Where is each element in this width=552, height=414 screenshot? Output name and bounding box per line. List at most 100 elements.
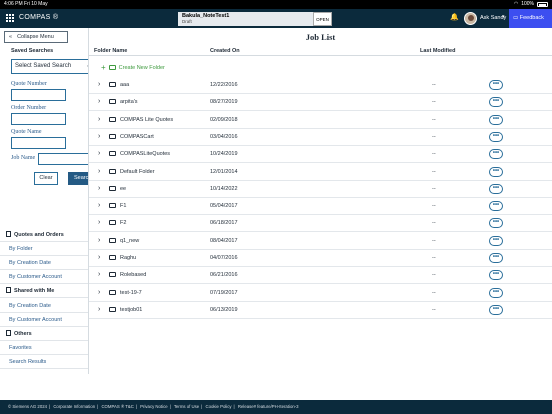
folder-created-on: 08/04/2017 (210, 237, 238, 244)
folder-last-modified: -- (432, 237, 436, 244)
active-quote[interactable]: Bakula_NoteTest1 Draft (178, 12, 313, 26)
clear-button[interactable]: Clear (34, 172, 58, 185)
chevron-right-icon[interactable]: › (98, 254, 100, 261)
section-others: Others (0, 327, 88, 341)
footer-terms-conditions[interactable]: COMPAS ® T&C (101, 404, 133, 409)
collapse-menu-button[interactable]: « Collapse Menu (4, 31, 68, 43)
footer-corporate-information[interactable]: Corporate Information (53, 404, 95, 409)
more-options-button[interactable]: ••• (489, 235, 503, 246)
quote-name-label: Quote Name (11, 129, 42, 135)
table-row[interactable]: › test-19-7 07/19/2017 -- ••• (89, 285, 552, 302)
chevron-right-icon[interactable]: › (98, 98, 100, 105)
nav-by-customer-account[interactable]: By Customer Account (0, 270, 88, 284)
nav-favorites[interactable]: Favorites (0, 341, 88, 355)
quote-number-input[interactable] (11, 89, 66, 101)
table-row[interactable]: › Raghu 04/07/2016 -- ••• (89, 250, 552, 267)
order-number-input[interactable] (11, 113, 66, 125)
chevron-right-icon[interactable]: › (98, 133, 100, 140)
chevron-down-icon[interactable]: ▾ (502, 14, 505, 20)
nav-shared-by-creation-date[interactable]: By Creation Date (0, 299, 88, 313)
table-row[interactable]: › Default Folder 12/01/2014 -- ••• (89, 164, 552, 181)
more-options-button[interactable]: ••• (489, 114, 503, 125)
table-row[interactable]: › COMPASCart 03/04/2016 -- ••• (89, 129, 552, 146)
column-created-on[interactable]: Created On (210, 48, 240, 54)
feedback-button[interactable]: ▭ Feedback (509, 9, 552, 28)
more-options-button[interactable]: ••• (489, 270, 503, 281)
chevron-right-icon[interactable]: › (98, 237, 100, 244)
table-row[interactable]: › COMPASLiteQuotes 10/24/2019 -- ••• (89, 146, 552, 164)
folder-name[interactable]: testjob01 (120, 307, 142, 313)
more-options-button[interactable]: ••• (489, 253, 503, 263)
folder-name[interactable]: Default Folder (120, 169, 155, 175)
folder-name[interactable]: Rolebased (120, 272, 146, 278)
nav-by-folder[interactable]: By Folder (0, 242, 88, 256)
table-row[interactable]: › F2 06/18/2017 -- ••• (89, 215, 552, 233)
folder-name[interactable]: COMPASLiteQuotes (120, 151, 170, 157)
device-status-bar: 4:06 PM Fri 10 May ◠ 100% (0, 0, 552, 9)
more-options-button[interactable]: ••• (489, 149, 503, 160)
column-folder-name[interactable]: Folder Name (94, 48, 127, 54)
chevron-right-icon[interactable]: › (98, 219, 100, 226)
section-shared-with-me: Shared with Me (0, 284, 88, 298)
job-name-input[interactable] (38, 153, 88, 165)
chevron-right-icon[interactable]: › (98, 150, 100, 157)
more-options-button[interactable]: ••• (489, 80, 503, 90)
more-options-button[interactable]: ••• (489, 304, 503, 315)
table-row[interactable]: › q1_new 08/04/2017 -- ••• (89, 233, 552, 250)
footer-privacy-notice[interactable]: Privacy Notice (140, 404, 167, 409)
folder-name[interactable]: arpita's (120, 99, 138, 105)
folder-created-on: 08/27/2019 (210, 99, 238, 106)
section-title: Quotes and Orders (14, 232, 64, 238)
table-row[interactable]: › Rolebased 06/21/2016 -- ••• (89, 267, 552, 285)
chevron-right-icon[interactable]: › (98, 306, 100, 313)
footer-cookie-policy[interactable]: Cookie Policy (206, 404, 232, 409)
chevron-right-icon[interactable]: › (98, 185, 100, 192)
chevron-right-icon[interactable]: › (98, 202, 100, 209)
nav-shared-by-customer-account[interactable]: By Customer Account (0, 313, 88, 327)
search-button[interactable]: Search (68, 172, 88, 185)
folder-name[interactable]: Raghu (120, 255, 136, 261)
folder-last-modified: -- (432, 116, 436, 123)
footer-terms-of-use[interactable]: Terms of Use (174, 404, 199, 409)
more-options-button[interactable]: ••• (489, 97, 503, 108)
folder-name[interactable]: ee (120, 186, 126, 192)
chevron-right-icon[interactable]: › (98, 168, 100, 175)
open-quote-button[interactable]: OPEN (313, 12, 332, 26)
chevron-right-icon[interactable]: › (98, 289, 100, 296)
more-options-button[interactable]: ••• (489, 287, 503, 298)
table-row[interactable]: › arpita's 08/27/2019 -- ••• (89, 94, 552, 112)
more-options-button[interactable]: ••• (489, 166, 503, 177)
table-row[interactable]: › F1 05/04/2017 -- ••• (89, 198, 552, 216)
more-options-button[interactable]: ••• (489, 131, 503, 142)
chevron-right-icon[interactable]: › (98, 116, 100, 123)
folder-name[interactable]: COMPASCart (120, 134, 154, 140)
table-row[interactable]: › testjob01 06/13/2019 -- ••• (89, 302, 552, 319)
nav-by-creation-date[interactable]: By Creation Date (0, 256, 88, 270)
footer-copyright: © Siemens AG 2024 (8, 404, 47, 409)
nav-search-results[interactable]: Search Results (0, 355, 88, 369)
more-options-button[interactable]: ••• (489, 183, 503, 194)
table-row[interactable]: › COMPAS Lite Quotes 02/09/2018 -- ••• (89, 112, 552, 129)
folder-name[interactable]: COMPAS Lite Quotes (120, 117, 173, 123)
chevron-right-icon[interactable]: › (98, 81, 100, 88)
table-row[interactable]: › aaa 12/22/2016 -- ••• (89, 77, 552, 94)
folder-name[interactable]: F2 (120, 220, 126, 226)
folder-name[interactable]: aaa (120, 82, 129, 88)
quote-name-input[interactable] (11, 137, 66, 149)
document-icon (6, 231, 11, 237)
create-new-folder-link[interactable]: + Create New Folder (101, 63, 165, 72)
more-options-button[interactable]: ••• (489, 218, 503, 229)
folder-name[interactable]: test-19-7 (120, 290, 142, 296)
user-avatar[interactable] (464, 12, 477, 25)
chevron-right-icon[interactable]: › (98, 271, 100, 278)
notification-bell-icon[interactable]: 🔔 (450, 13, 459, 23)
app-launcher-icon[interactable] (6, 14, 14, 22)
table-row[interactable]: › ee 10/14/2022 -- ••• (89, 181, 552, 198)
folder-name[interactable]: F1 (120, 203, 126, 209)
folder-created-on: 12/01/2014 (210, 168, 238, 175)
more-options-button[interactable]: ••• (489, 201, 503, 212)
column-last-modified[interactable]: Last Modified (420, 48, 455, 54)
saved-search-select[interactable]: Select Saved Search ⌄ (11, 59, 88, 74)
folder-icon (109, 220, 119, 226)
folder-name[interactable]: q1_new (120, 238, 139, 244)
